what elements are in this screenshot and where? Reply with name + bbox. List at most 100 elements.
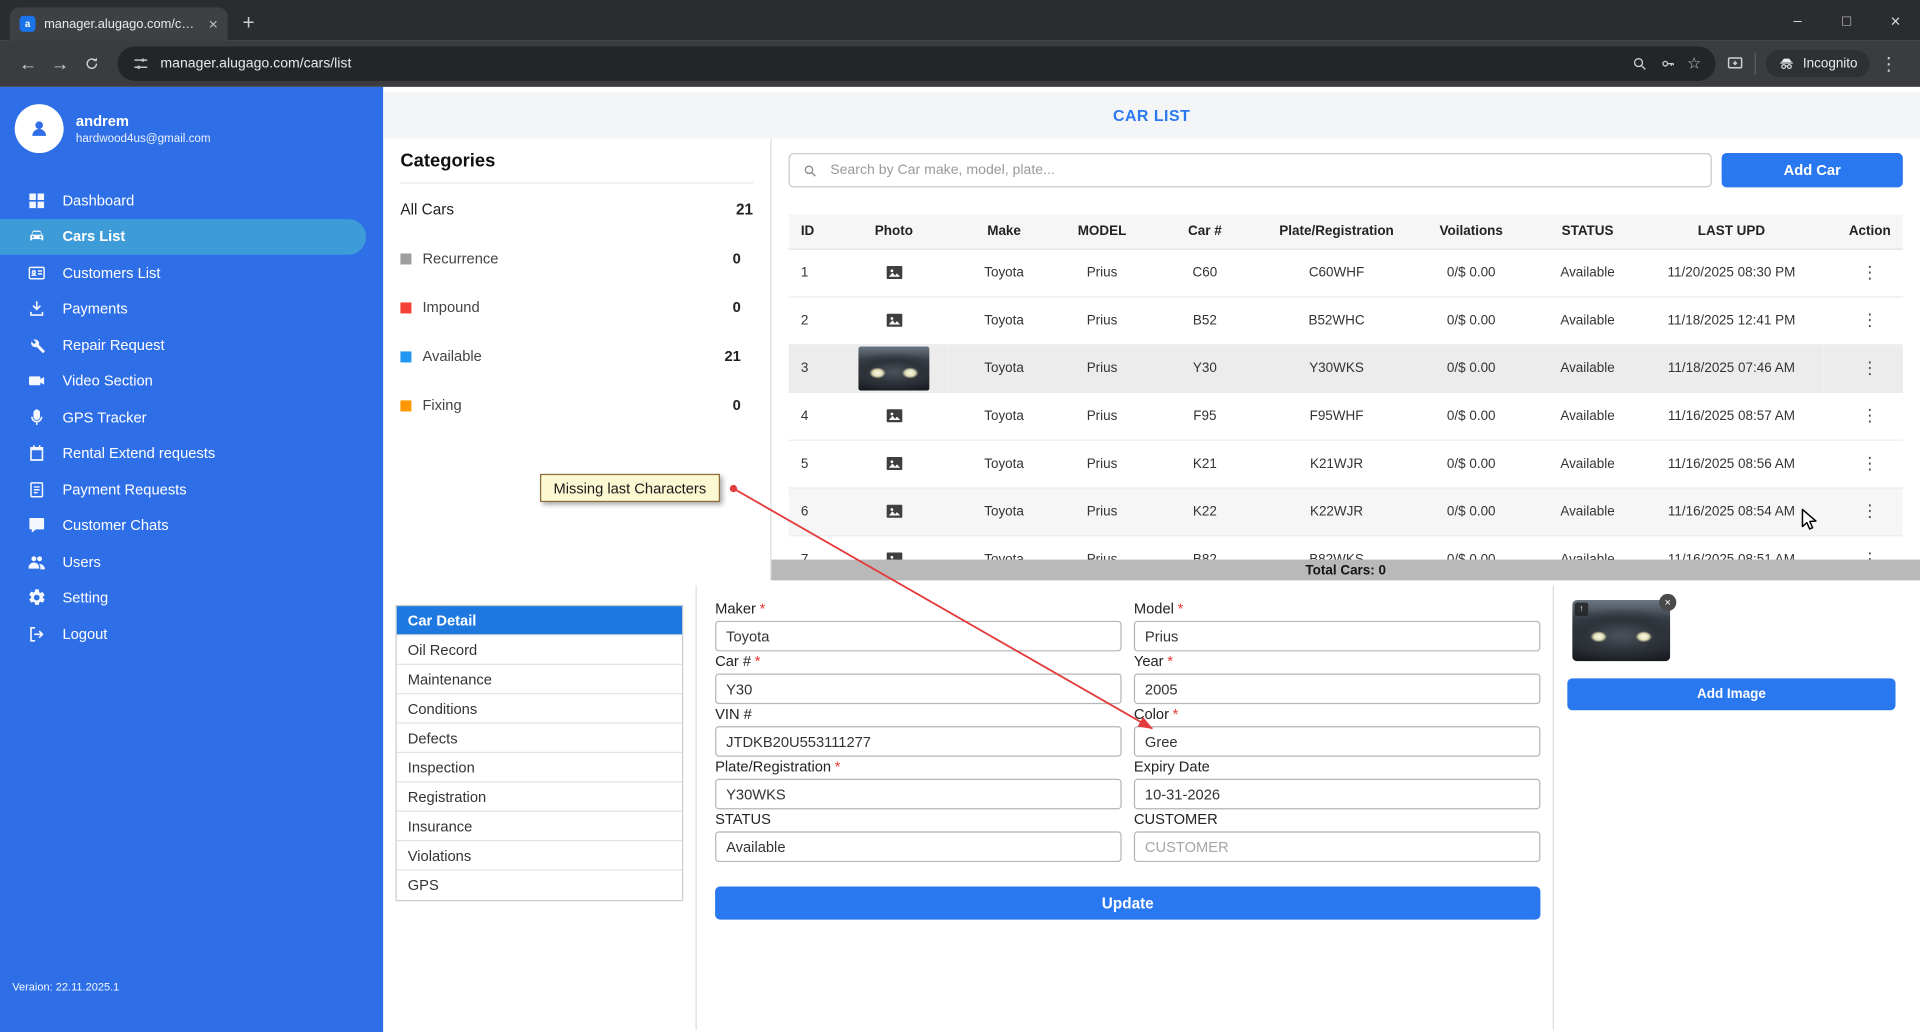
detail-tab-maintenance[interactable]: Maintenance: [396, 665, 683, 695]
sidebar-item-users[interactable]: Users: [0, 544, 383, 580]
sidebar-item-payments[interactable]: Payments: [0, 291, 383, 327]
category-label: Recurrence: [422, 249, 499, 267]
browser-tab[interactable]: a manager.alugago.com/cars/list ×: [9, 7, 228, 41]
sidebar-item-repair-request[interactable]: Repair Request: [0, 327, 383, 363]
car-photo-thumbnail[interactable]: [858, 345, 930, 390]
row-menu-icon[interactable]: ⋮: [1861, 405, 1878, 425]
category-item-recurrence[interactable]: Recurrence 0: [400, 250, 753, 267]
vin-input[interactable]: [715, 726, 1122, 757]
remove-image-icon[interactable]: ×: [1659, 593, 1677, 612]
url-text: manager.alugago.com/cars/list: [160, 56, 352, 72]
detail-tab-oil-record[interactable]: Oil Record: [396, 636, 683, 665]
field-label: Expiry Date: [1133, 757, 1210, 776]
cell-id: 2: [788, 296, 840, 345]
sidebar-item-dashboard[interactable]: Dashboard: [0, 182, 383, 218]
sidebar-item-customers-list[interactable]: Customers List: [0, 255, 383, 291]
categories-panel: Categories All Cars 21 Recurrence 0 Impoun…: [383, 138, 772, 581]
row-menu-icon[interactable]: ⋮: [1861, 549, 1878, 560]
cell-photo: [839, 344, 948, 393]
search-input[interactable]: [827, 161, 1699, 179]
table-row[interactable]: 1 Toyota Prius C60 C60WHF 0/$ 0.00 Available 11…: [788, 248, 1903, 297]
detail-tab-inspection[interactable]: Inspection: [396, 753, 683, 783]
sidebar-item-video-section[interactable]: Video Section: [0, 363, 383, 399]
chats-icon: [27, 516, 47, 536]
model-input[interactable]: [1133, 620, 1541, 652]
back-button[interactable]: ←: [12, 48, 44, 80]
table-row[interactable]: 3 Toyota Prius Y30 Y30WKS 0/$ 0.00 Available 11…: [788, 344, 1903, 393]
cell-status: Available: [1535, 344, 1640, 393]
sidebar-item-customer-chats[interactable]: Customer Chats: [0, 508, 383, 544]
bookmark-star-icon[interactable]: ☆: [1687, 54, 1701, 74]
cell-car-number: B82: [1143, 535, 1267, 560]
detail-tab-car-detail[interactable]: Car Detail: [396, 606, 683, 636]
reload-button[interactable]: [76, 48, 108, 80]
detail-tab-conditions[interactable]: Conditions: [396, 694, 683, 724]
zoom-icon[interactable]: [1631, 55, 1648, 72]
sidebar-item-payment-requests[interactable]: Payment Requests: [0, 471, 383, 507]
category-label: Available: [422, 347, 482, 365]
sidebar-item-logout[interactable]: Logout: [0, 616, 383, 652]
tab-close-icon[interactable]: ×: [209, 16, 218, 32]
password-key-icon[interactable]: [1659, 55, 1676, 72]
site-settings-icon[interactable]: [132, 55, 149, 72]
update-button[interactable]: Update: [715, 886, 1541, 920]
table-row[interactable]: 5 Toyota Prius K21 K21WJR 0/$ 0.00 Available 11…: [788, 439, 1903, 488]
category-item-fixing[interactable]: Fixing 0: [400, 397, 753, 414]
category-label: Fixing: [422, 396, 462, 414]
cell-model: Prius: [1060, 535, 1144, 560]
row-menu-icon[interactable]: ⋮: [1861, 501, 1878, 521]
color-input[interactable]: [1133, 726, 1541, 757]
detail-tab-gps[interactable]: GPS: [397, 871, 682, 900]
install-app-icon[interactable]: [1726, 54, 1746, 74]
browser-menu-icon[interactable]: ⋮: [1870, 53, 1908, 75]
sidebar-item-setting[interactable]: Setting: [0, 580, 383, 616]
field-label: VIN #: [715, 705, 752, 723]
year-input[interactable]: [1133, 673, 1541, 705]
category-all-cars[interactable]: All Cars 21: [400, 201, 753, 218]
customer-input[interactable]: [1133, 831, 1541, 863]
cell-last-updated: 11/20/2025 08:30 PM: [1639, 248, 1824, 297]
row-menu-icon[interactable]: ⋮: [1861, 310, 1878, 330]
window-maximize-button[interactable]: □: [1822, 0, 1871, 40]
address-bar[interactable]: manager.alugago.com/cars/list ☆: [117, 46, 1716, 81]
row-menu-icon[interactable]: ⋮: [1861, 358, 1878, 378]
detail-tab-registration[interactable]: Registration: [396, 782, 683, 812]
window-minimize-button[interactable]: –: [1773, 0, 1822, 40]
incognito-icon: [1778, 55, 1795, 72]
required-asterisk: *: [1167, 652, 1173, 670]
sidebar-item-rental-extend-requests[interactable]: Rental Extend requests: [0, 435, 383, 471]
sidebar-item-label: Cars List: [62, 228, 126, 246]
category-item-available[interactable]: Available 21: [400, 348, 753, 365]
row-menu-icon[interactable]: ⋮: [1861, 262, 1878, 282]
sidebar-item-label: Video Section: [62, 372, 153, 390]
detail-tab-violations[interactable]: Violations: [396, 841, 683, 871]
status-input[interactable]: [715, 831, 1122, 863]
sidebar-item-cars-list[interactable]: Cars List: [0, 218, 367, 255]
maker-input[interactable]: [715, 620, 1122, 652]
cell-status: Available: [1535, 535, 1640, 560]
table-scroll-area[interactable]: ID Photo Make MODEL Car # Plate/Registration V…: [788, 214, 1903, 560]
table-row[interactable]: 2 Toyota Prius B52 B52WHC 0/$ 0.00 Available 11…: [788, 296, 1903, 345]
table-row[interactable]: 6 Toyota Prius K22 K22WJR 0/$ 0.00 Available 11…: [788, 487, 1903, 536]
window-close-button[interactable]: ×: [1871, 0, 1920, 40]
field-label: Model *: [1133, 599, 1184, 618]
category-item-impound[interactable]: Impound 0: [400, 299, 753, 316]
categories-title: Categories: [400, 151, 754, 184]
row-menu-icon[interactable]: ⋮: [1861, 453, 1878, 473]
add-image-button[interactable]: Add Image: [1567, 678, 1896, 711]
table-row[interactable]: 7 Toyota Prius B82 B82WKS 0/$ 0.00 Available 11…: [788, 535, 1903, 560]
sidebar-item-gps-tracker[interactable]: GPS Tracker: [0, 399, 383, 435]
car-number-input[interactable]: [715, 673, 1122, 705]
cell-make: Toyota: [947, 535, 1061, 560]
cell-car-number: C60: [1143, 248, 1267, 297]
add-car-button[interactable]: Add Car: [1721, 153, 1903, 188]
detail-tab-defects[interactable]: Defects: [396, 724, 683, 754]
detail-tab-insurance[interactable]: Insurance: [396, 812, 683, 842]
table-row[interactable]: 4 Toyota Prius F95 F95WHF 0/$ 0.00 Available 11…: [788, 391, 1903, 441]
user-profile[interactable]: andrem hardwood4us@gmail.com: [0, 87, 383, 165]
forward-button[interactable]: →: [44, 48, 76, 80]
expiry-date-input[interactable]: [1133, 778, 1541, 810]
new-tab-button[interactable]: +: [242, 11, 254, 35]
plate-input[interactable]: [715, 778, 1122, 810]
cell-violations: 0/$ 0.00: [1406, 344, 1536, 393]
